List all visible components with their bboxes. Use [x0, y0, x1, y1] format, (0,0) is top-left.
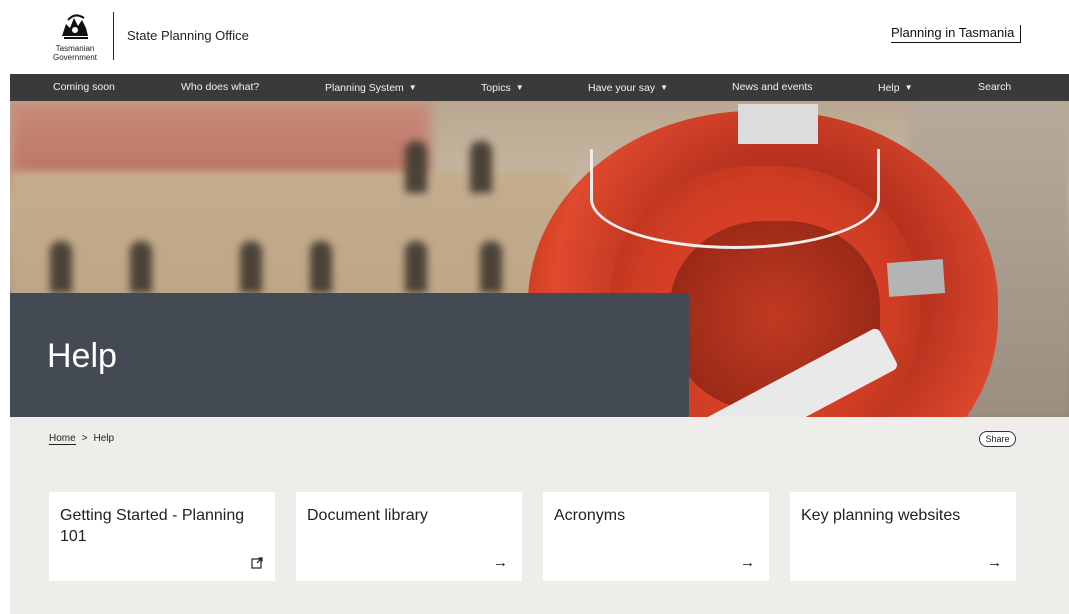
- hero-bg-window: [130, 241, 152, 293]
- main-nav: Coming soon Who does what? Planning Syst…: [10, 74, 1069, 101]
- chevron-down-icon: ▼: [904, 83, 913, 92]
- card-title: Getting Started - Planning 101: [60, 507, 245, 545]
- breadcrumb-current: Help: [93, 433, 115, 444]
- nav-label: Who does what?: [181, 81, 260, 93]
- breadcrumb-separator-icon: >: [81, 433, 88, 444]
- header-divider: [113, 12, 114, 60]
- logo-text: Tasmanian Government: [52, 44, 98, 62]
- nav-item-planning-system[interactable]: Planning System ▼: [325, 74, 417, 101]
- card-key-planning-websites[interactable]: Key planning websites →: [790, 492, 1016, 581]
- card-title: Acronyms: [554, 507, 626, 524]
- hero-bg-window: [310, 241, 332, 293]
- card-document-library[interactable]: Document library →: [296, 492, 522, 581]
- card-title: Document library: [307, 507, 428, 524]
- nav-label: Have your say: [588, 82, 656, 94]
- nav-label: Search: [978, 81, 1012, 93]
- hero-bg-window: [480, 241, 502, 293]
- site-header: Tasmanian Government State Planning Offi…: [0, 0, 1069, 74]
- chevron-down-icon: ▼: [408, 83, 417, 92]
- card-getting-started[interactable]: Getting Started - Planning 101: [49, 492, 275, 581]
- arrow-right-icon: →: [987, 554, 1002, 571]
- breadcrumb-home-link[interactable]: Home: [49, 433, 76, 445]
- life-buoy-rope: [590, 149, 880, 249]
- nav-item-coming-soon[interactable]: Coming soon: [53, 74, 115, 101]
- office-name[interactable]: State Planning Office: [127, 28, 249, 43]
- chevron-down-icon: ▼: [515, 83, 524, 92]
- share-button[interactable]: Share: [979, 431, 1016, 447]
- nav-item-help[interactable]: Help ▼: [878, 74, 913, 101]
- nav-label: Coming soon: [53, 81, 115, 93]
- nav-label: Help: [878, 82, 900, 94]
- arrow-right-icon: →: [493, 554, 508, 571]
- nav-item-topics[interactable]: Topics ▼: [481, 74, 524, 101]
- hero-bg-window: [405, 241, 427, 293]
- breadcrumb: Home > Help: [49, 433, 115, 445]
- content-area: Home > Help Share Getting Started - Planni…: [10, 417, 1069, 614]
- hero-bg-window: [240, 241, 262, 293]
- card-acronyms[interactable]: Acronyms →: [543, 492, 769, 581]
- card-title: Key planning websites: [801, 507, 961, 524]
- hero-bg-window: [50, 241, 72, 293]
- planning-in-tasmania-link[interactable]: Planning in Tasmania: [891, 25, 1022, 43]
- hero-bg-window: [470, 141, 492, 193]
- nav-label: News and events: [732, 81, 813, 93]
- nav-item-who-does-what[interactable]: Who does what?: [181, 74, 259, 101]
- arrow-right-icon: →: [740, 554, 755, 571]
- life-buoy-tag: [738, 104, 818, 144]
- life-buoy-reflector: [886, 259, 946, 297]
- nav-item-search[interactable]: Search: [978, 74, 1011, 101]
- hero-bg-window: [405, 141, 427, 193]
- external-link-icon: [251, 557, 263, 569]
- page-title: Help: [47, 337, 117, 375]
- hero-title-panel: Help: [10, 293, 689, 417]
- thylacine-crest-icon: [62, 14, 88, 39]
- tasmanian-government-logo[interactable]: Tasmanian Government: [48, 10, 102, 62]
- chevron-down-icon: ▼: [660, 83, 669, 92]
- nav-label: Planning System: [325, 82, 404, 94]
- nav-item-news-and-events[interactable]: News and events: [732, 74, 813, 101]
- nav-item-have-your-say[interactable]: Have your say ▼: [588, 74, 668, 101]
- nav-label: Topics: [481, 82, 511, 94]
